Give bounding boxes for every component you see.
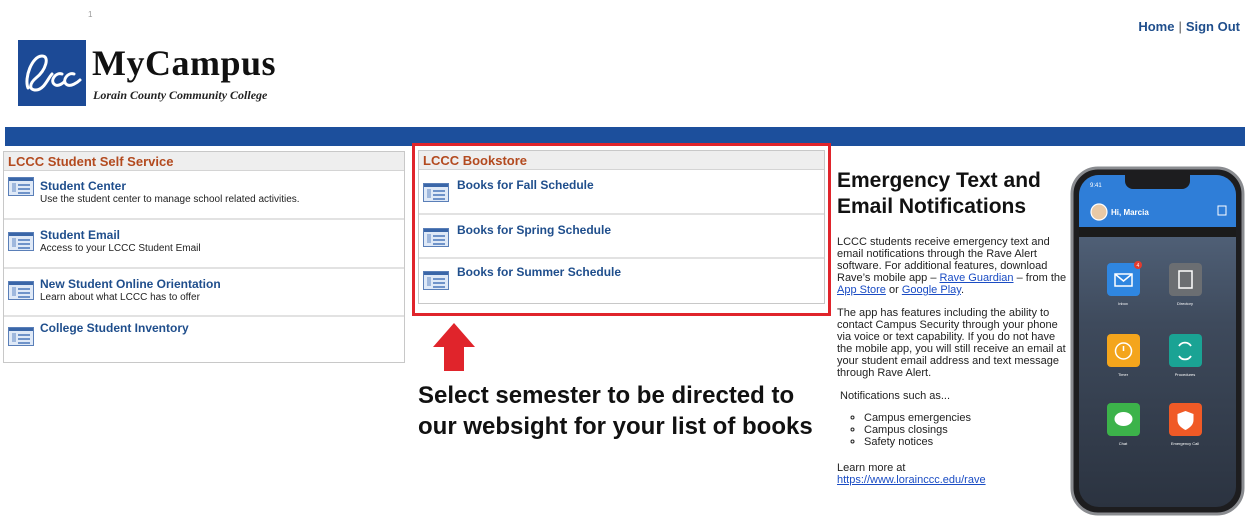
item-title: Student Center xyxy=(40,179,127,193)
app-label: Directory xyxy=(1177,301,1193,306)
learn-more-label: Learn more at https://www.lorainccc.edu/r… xyxy=(837,462,1069,486)
top-nav: Home | Sign Out xyxy=(1138,19,1240,34)
rave-paragraph-1: LCCC students receive emergency text and… xyxy=(837,236,1069,296)
highlight-frame xyxy=(412,143,831,316)
page-icon xyxy=(8,327,34,346)
item-description: Learn about what LCCC has to offer xyxy=(40,292,200,303)
student-email-link[interactable]: Student Email Access to your LCCC Studen… xyxy=(4,219,404,268)
item-title: College Student Inventory xyxy=(40,321,189,335)
text-span: – from the xyxy=(1013,272,1067,284)
rave-paragraph-3: Notifications such as... xyxy=(840,390,951,402)
text-span: . xyxy=(960,284,964,296)
app-label: Chat xyxy=(1119,441,1128,446)
up-arrow-icon xyxy=(433,323,475,371)
page-icon xyxy=(8,177,34,196)
logo-title: MyCampus xyxy=(92,43,277,83)
item-title: New Student Online Orientation xyxy=(40,277,221,291)
app-label: Procedures xyxy=(1175,372,1195,377)
instruction-text: Select semester to be directed to our we… xyxy=(418,382,813,440)
rave-url-link[interactable]: https://www.lorainccc.edu/rave xyxy=(837,474,986,486)
text-span: Learn more at xyxy=(837,462,906,474)
app-label: Timer xyxy=(1118,372,1129,377)
rave-paragraph-2: The app has features including the abili… xyxy=(837,307,1066,379)
mycampus-logo[interactable]: MyCampus Lorain County Community College xyxy=(18,40,318,106)
portlet-header: LCCC Student Self Service xyxy=(4,152,404,171)
phone-mockup: 9:41 Hi, Marcia 4 Inbox Directory Timer … xyxy=(1070,166,1245,516)
badge-count: 4 xyxy=(1137,263,1140,269)
chat-icon xyxy=(1114,412,1133,426)
student-self-service-portlet: LCCC Student Self Service Student Center… xyxy=(3,151,405,363)
page-icon xyxy=(8,232,34,251)
home-link[interactable]: Home xyxy=(1138,19,1174,34)
avatar xyxy=(1090,203,1108,221)
student-center-link[interactable]: Student Center Use the student center to… xyxy=(4,171,404,219)
phone-greeting: Hi, Marcia xyxy=(1111,208,1149,217)
lccc-monogram-icon xyxy=(18,40,86,106)
page-marker: 1 xyxy=(88,10,93,19)
text-span: or xyxy=(885,284,902,296)
app-label: Emergency Call xyxy=(1171,441,1199,446)
item-title: Student Email xyxy=(40,228,121,242)
app-label: Inbox xyxy=(1118,301,1128,306)
google-play-link[interactable]: Google Play xyxy=(902,284,961,296)
notification-list: Campus emergencies Campus closings Safet… xyxy=(864,412,1069,448)
phone-time: 9:41 xyxy=(1090,183,1102,189)
item-description: Use the student center to manage school … xyxy=(40,194,300,205)
page-icon xyxy=(8,281,34,300)
rave-info-panel: Emergency Text and Email Notifications L… xyxy=(837,168,1069,486)
list-item: Campus emergencies xyxy=(864,412,1069,424)
nav-separator: | xyxy=(1178,19,1182,34)
logo-subtitle: Lorain County Community College xyxy=(93,88,268,102)
list-item: Safety notices xyxy=(864,436,1069,448)
item-description: Access to your LCCC Student Email xyxy=(40,243,201,254)
app-store-link[interactable]: App Store xyxy=(837,284,886,296)
rave-heading: Emergency Text and Email Notifications xyxy=(837,169,1041,218)
rave-guardian-link[interactable]: Rave Guardian xyxy=(940,272,1014,284)
college-student-inventory-link[interactable]: College Student Inventory xyxy=(4,316,404,362)
sign-out-link[interactable]: Sign Out xyxy=(1186,19,1240,34)
new-student-orientation-link[interactable]: New Student Online Orientation Learn abo… xyxy=(4,268,404,316)
list-item: Campus closings xyxy=(864,424,1069,436)
